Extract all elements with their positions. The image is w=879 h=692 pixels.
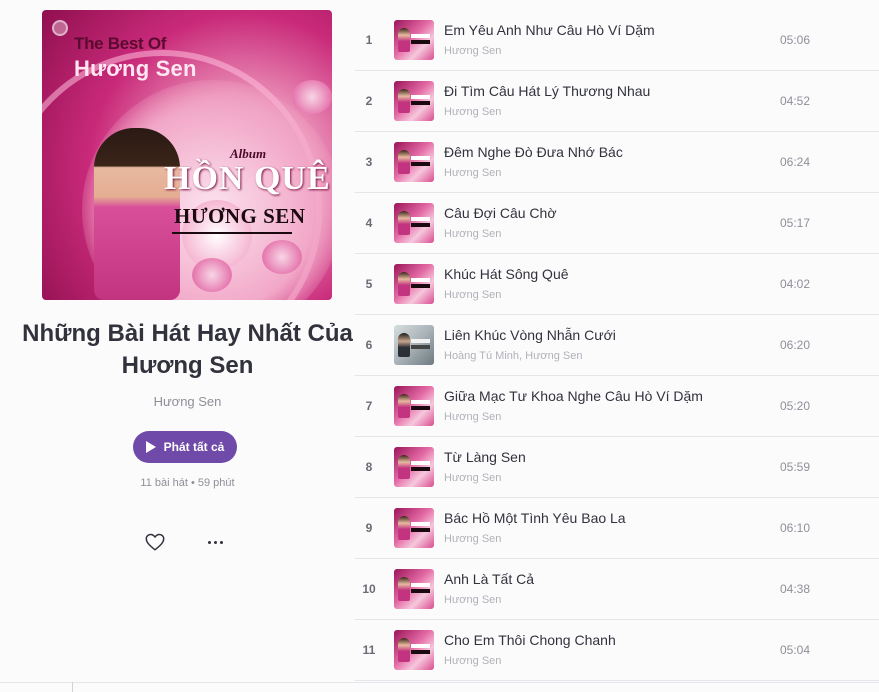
song-thumbnail[interactable] <box>394 386 434 426</box>
song-row[interactable]: 3 Đêm Nghe Đò Đưa Nhớ Bác Hương Sen 06:24 <box>355 132 879 193</box>
song-number: 9 <box>365 521 373 535</box>
song-thumbnail[interactable] <box>394 264 434 304</box>
song-row[interactable]: 9 Bác Hồ Một Tình Yêu Bao La Hương Sen 06:1… <box>355 498 879 559</box>
song-title[interactable]: Cho Em Thôi Chong Chanh <box>444 632 616 648</box>
song-duration: 05:59 <box>780 460 811 474</box>
song-thumbnail[interactable] <box>394 508 434 548</box>
song-artist[interactable]: Hương Sen <box>444 228 501 240</box>
song-duration: 04:38 <box>780 582 811 596</box>
song-thumbnail[interactable] <box>394 569 434 609</box>
song-number: 3 <box>365 155 373 169</box>
song-thumbnail[interactable] <box>394 81 434 121</box>
song-number: 8 <box>365 460 373 474</box>
song-row[interactable]: 6 Liên Khúc Vòng Nhẫn Cưới Hoàng Tú Minh, … <box>355 315 879 376</box>
cover-singer: HƯƠNG SEN <box>174 204 306 228</box>
song-title[interactable]: Câu Đợi Câu Chờ <box>444 205 557 221</box>
song-number: 6 <box>365 338 373 352</box>
song-row[interactable]: 1 Em Yêu Anh Như Câu Hò Ví Dặm Hương Sen 05… <box>355 10 879 71</box>
song-duration: 06:20 <box>780 338 811 352</box>
cover-line1: The Best Of <box>74 34 167 53</box>
cover-hon-que: HỒN QUÊ <box>164 160 331 197</box>
song-title[interactable]: Khúc Hát Sông Quê <box>444 266 569 282</box>
song-number: 5 <box>365 277 373 291</box>
song-row[interactable]: 10 Anh Là Tất Cả Hương Sen 04:38 <box>355 559 879 620</box>
song-row[interactable]: 5 Khúc Hát Sông Quê Hương Sen 04:02 <box>355 254 879 315</box>
song-thumbnail[interactable] <box>394 142 434 182</box>
song-duration: 04:52 <box>780 94 811 108</box>
song-thumbnail[interactable] <box>394 20 434 60</box>
more-icon[interactable] <box>204 531 226 553</box>
song-artist[interactable]: Hương Sen <box>444 411 501 423</box>
album-artist[interactable]: Hương Sen <box>20 394 355 409</box>
album-meta: 11 bài hát • 59 phút <box>140 477 235 489</box>
song-row[interactable]: 7 Giữa Mạc Tư Khoa Nghe Câu Hò Ví Dặm Hươn… <box>355 376 879 437</box>
play-icon <box>145 441 156 453</box>
heart-icon[interactable] <box>144 531 166 553</box>
song-title[interactable]: Giữa Mạc Tư Khoa Nghe Câu Hò Ví Dặm <box>444 388 703 404</box>
song-number: 10 <box>362 582 376 596</box>
album-title: Những Bài Hát Hay Nhất Của Hương Sen <box>22 320 353 379</box>
song-row[interactable]: 4 Câu Đợi Câu Chờ Hương Sen 05:17 <box>355 193 879 254</box>
song-artist[interactable]: Hương Sen <box>444 472 501 484</box>
cover-line2: Hương Sen <box>74 56 197 81</box>
song-number: 11 <box>362 643 376 657</box>
song-row[interactable]: 2 Đi Tìm Câu Hát Lý Thương Nhau Hương Sen 0… <box>355 71 879 132</box>
song-title[interactable]: Đi Tìm Câu Hát Lý Thương Nhau <box>444 83 650 99</box>
song-thumbnail[interactable] <box>394 630 434 670</box>
song-artist[interactable]: Hương Sen <box>444 167 501 179</box>
album-panel: The Best Of Hương Sen Album HỒN QUÊ HƯƠN… <box>0 0 355 692</box>
song-artist[interactable]: Hoàng Tú Minh, Hương Sen <box>444 350 583 362</box>
song-thumbnail[interactable] <box>394 447 434 487</box>
song-number: 4 <box>365 216 373 230</box>
song-artist[interactable]: Hương Sen <box>444 106 501 118</box>
song-duration: 05:04 <box>780 643 811 657</box>
song-number: 2 <box>365 94 373 108</box>
cover-singer-photo <box>94 128 180 300</box>
song-artist[interactable]: Hương Sen <box>444 594 501 606</box>
song-artist[interactable]: Hương Sen <box>444 533 501 545</box>
song-title[interactable]: Đêm Nghe Đò Đưa Nhớ Bác <box>444 144 623 160</box>
play-all-button[interactable]: Phát tất cả <box>133 431 237 463</box>
song-duration: 06:24 <box>780 155 811 169</box>
song-duration: 06:10 <box>780 521 811 535</box>
song-number: 1 <box>365 33 373 47</box>
album-cover[interactable]: The Best Of Hương Sen Album HỒN QUÊ HƯƠN… <box>42 10 332 300</box>
song-thumbnail[interactable] <box>394 325 434 365</box>
song-duration: 04:02 <box>780 277 811 291</box>
song-title[interactable]: Anh Là Tất Cả <box>444 571 534 587</box>
song-duration: 05:20 <box>780 399 811 413</box>
song-row[interactable]: 11 Cho Em Thôi Chong Chanh Hương Sen 05:04 <box>355 620 879 681</box>
play-all-label: Phát tất cả <box>163 440 225 454</box>
song-artist[interactable]: Hương Sen <box>444 45 501 57</box>
song-thumbnail[interactable] <box>394 203 434 243</box>
song-artist[interactable]: Hương Sen <box>444 289 501 301</box>
song-row[interactable]: 8 Từ Làng Sen Hương Sen 05:59 <box>355 437 879 498</box>
song-artist[interactable]: Hương Sen <box>444 655 501 667</box>
song-title[interactable]: Bác Hồ Một Tình Yêu Bao La <box>444 510 626 526</box>
song-duration: 05:17 <box>780 216 811 230</box>
song-duration: 05:06 <box>780 33 811 47</box>
disc-icon <box>52 20 68 36</box>
song-title[interactable]: Liên Khúc Vòng Nhẫn Cưới <box>444 327 616 343</box>
song-title[interactable]: Em Yêu Anh Như Câu Hò Ví Dặm <box>444 22 655 38</box>
song-title[interactable]: Từ Làng Sen <box>444 449 526 465</box>
song-number: 7 <box>365 399 373 413</box>
song-list: 1 Em Yêu Anh Như Câu Hò Ví Dặm Hương Sen 05… <box>355 10 879 681</box>
